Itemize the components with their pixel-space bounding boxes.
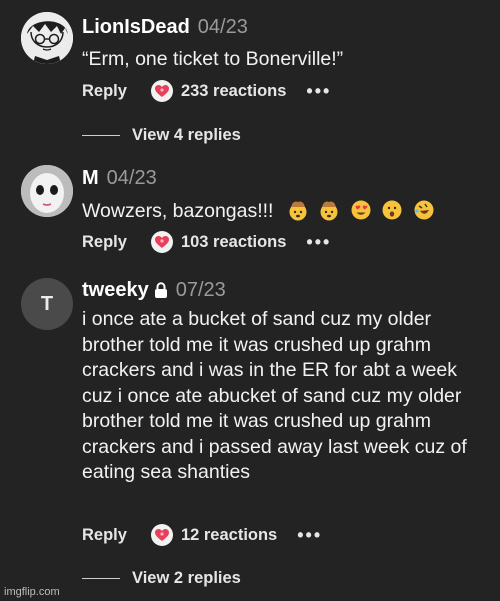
user-avatar[interactable] — [21, 12, 73, 64]
heart-reaction-icon — [150, 80, 173, 102]
comment-date: 07/23 — [175, 279, 226, 301]
heart-reaction-icon — [150, 524, 173, 546]
comment-date: 04/23 — [106, 167, 157, 189]
divider-line — [82, 135, 120, 136]
comment-username[interactable]: M 04/23 — [82, 167, 157, 190]
comment-username[interactable]: LionIsDead 04/23 — [82, 16, 248, 39]
comment-date: 04/23 — [197, 16, 248, 38]
user-avatar[interactable] — [21, 165, 73, 217]
lock-icon — [154, 282, 167, 298]
more-options-icon[interactable]: ••• — [306, 82, 331, 100]
comment-username[interactable]: tweeky 07/23 — [82, 279, 226, 302]
exploding-head-emoji-icon — [289, 201, 307, 221]
user-avatar[interactable]: T — [21, 278, 73, 330]
heart-eyes-emoji-icon — [351, 200, 371, 220]
comment-actions: Reply 233 reactions ••• — [82, 80, 331, 102]
divider-line — [82, 578, 120, 579]
reactions-button[interactable]: 233 reactions — [150, 80, 287, 102]
avatar-initial: T — [40, 292, 54, 315]
manga-face-icon — [21, 12, 73, 64]
comment-text: Wowzers, bazongas!!! — [82, 199, 487, 225]
reply-button[interactable]: Reply — [82, 526, 127, 545]
anguished-face-emoji-icon — [382, 200, 402, 220]
pale-doll-face-icon — [21, 165, 73, 217]
reactions-count: 12 reactions — [180, 525, 278, 544]
comment-actions: Reply 12 reactions ••• — [82, 524, 322, 546]
reply-button[interactable]: Reply — [82, 233, 127, 252]
reactions-button[interactable]: 12 reactions — [150, 524, 278, 546]
reactions-button[interactable]: 103 reactions — [150, 231, 287, 253]
reactions-count: 103 reactions — [180, 232, 287, 251]
comment-text: i once ate a bucket of sand cuz my older… — [82, 308, 467, 483]
reply-button[interactable]: Reply — [82, 82, 127, 101]
heart-reaction-icon — [150, 231, 173, 253]
watermark: imgflip.com — [4, 586, 60, 598]
view-replies-button[interactable]: View 4 replies — [82, 126, 241, 145]
more-options-icon[interactable]: ••• — [306, 233, 331, 251]
rolling-laughing-emoji-icon — [414, 200, 434, 220]
view-replies-button[interactable]: View 2 replies — [82, 569, 241, 588]
exploding-head-emoji-icon — [320, 201, 338, 221]
more-options-icon[interactable]: ••• — [297, 526, 322, 544]
comment-text: “Erm, one ticket to Bonerville!” — [82, 48, 344, 70]
reactions-count: 233 reactions — [180, 81, 287, 100]
comment-actions: Reply 103 reactions ••• — [82, 231, 331, 253]
